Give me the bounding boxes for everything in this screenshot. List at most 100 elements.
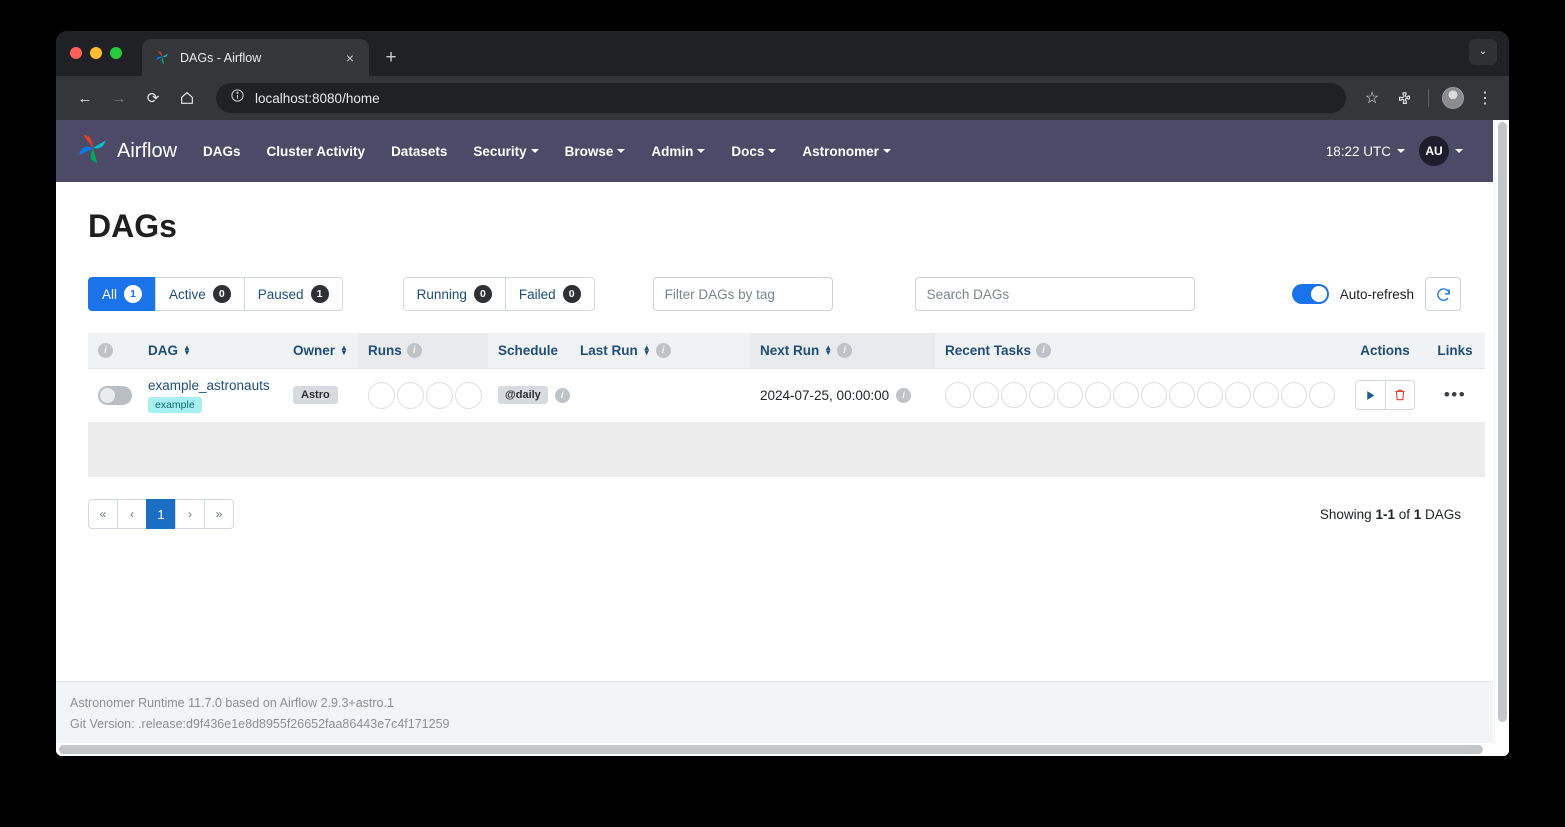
nav-link-label: Datasets — [391, 144, 447, 159]
profile-avatar[interactable] — [1439, 84, 1467, 112]
column-header-owner[interactable]: Owner ▲▼ — [283, 333, 358, 368]
address-bar-url: localhost:8080/home — [255, 91, 380, 106]
run-status-circle[interactable] — [455, 382, 482, 409]
nav-link-admin[interactable]: Admin — [651, 144, 705, 159]
links-menu-icon[interactable]: ••• — [1444, 385, 1466, 404]
browser-tab-title: DAGs - Airflow — [180, 51, 332, 65]
info-icon[interactable]: i — [555, 388, 570, 403]
browser-tab-strip: DAGs - Airflow × + ⌄ — [56, 31, 1509, 76]
nav-link-cluster-activity[interactable]: Cluster Activity — [267, 144, 366, 159]
info-icon[interactable]: i — [656, 343, 671, 358]
tag-filter-input[interactable] — [653, 277, 833, 311]
info-icon[interactable]: i — [407, 343, 422, 358]
run-status-circle[interactable] — [426, 382, 453, 409]
page-last-button[interactable]: » — [204, 499, 234, 529]
user-menu[interactable]: AU — [1419, 136, 1463, 166]
page-number-button[interactable]: 1 — [146, 499, 176, 529]
bookmark-star-icon[interactable]: ☆ — [1358, 84, 1386, 112]
run-status-circle[interactable] — [397, 382, 424, 409]
timezone-selector[interactable]: 18:22 UTC — [1326, 144, 1405, 159]
reload-button[interactable]: ⟳ — [138, 83, 168, 113]
schedule-chip[interactable]: @daily — [498, 386, 548, 404]
minimize-window-button[interactable] — [90, 47, 102, 59]
dag-tag[interactable]: example — [148, 397, 202, 413]
task-status-circle[interactable] — [1197, 382, 1223, 408]
scrollbar-thumb[interactable] — [1498, 122, 1507, 722]
info-icon[interactable]: i — [1036, 343, 1051, 358]
sort-icon[interactable]: ▲▼ — [643, 345, 651, 355]
info-icon[interactable]: i — [837, 343, 852, 358]
task-status-circle[interactable] — [1141, 382, 1167, 408]
task-status-circle[interactable] — [1113, 382, 1139, 408]
horizontal-scrollbar[interactable] — [56, 743, 1509, 756]
sort-icon[interactable]: ▲▼ — [183, 345, 191, 355]
task-status-circle[interactable] — [1029, 382, 1055, 408]
owner-chip[interactable]: Astro — [293, 386, 338, 404]
maximize-window-button[interactable] — [110, 47, 122, 59]
home-button[interactable] — [172, 83, 202, 113]
vertical-scrollbar[interactable] — [1494, 120, 1509, 756]
info-icon[interactable]: i — [896, 388, 911, 403]
trigger-dag-icon[interactable] — [1356, 381, 1385, 409]
task-status-circle[interactable] — [1253, 382, 1279, 408]
sort-icon[interactable]: ▲▼ — [340, 345, 348, 355]
forward-button[interactable]: → — [104, 83, 134, 113]
extensions-icon[interactable] — [1390, 84, 1418, 112]
page-next-button[interactable]: › — [175, 499, 205, 529]
nav-link-dags[interactable]: DAGs — [203, 144, 241, 159]
column-header-links: Links — [1425, 333, 1485, 368]
showing-mid: of — [1395, 507, 1414, 522]
showing-suffix: DAGs — [1421, 507, 1461, 522]
address-bar[interactable]: localhost:8080/home — [216, 83, 1346, 113]
close-window-button[interactable] — [70, 47, 82, 59]
filter-tab-failed[interactable]: Failed 0 — [505, 277, 595, 311]
dag-pause-toggle[interactable] — [98, 386, 132, 405]
filter-tab-paused[interactable]: Paused 1 — [244, 277, 343, 311]
chevron-down-icon[interactable]: ⌄ — [1469, 39, 1497, 65]
close-tab-icon[interactable]: × — [341, 49, 359, 67]
task-status-circle[interactable] — [1057, 382, 1083, 408]
new-tab-button[interactable]: + — [377, 44, 405, 72]
task-status-circle[interactable] — [1225, 382, 1251, 408]
airflow-logo[interactable]: Airflow — [76, 132, 177, 171]
back-button[interactable]: ← — [70, 83, 100, 113]
column-header-dag[interactable]: DAG ▲▼ — [138, 333, 283, 368]
task-status-circle[interactable] — [945, 382, 971, 408]
page-first-button[interactable]: « — [88, 499, 118, 529]
nav-link-browse[interactable]: Browse — [565, 144, 626, 159]
nav-link-security[interactable]: Security — [473, 144, 538, 159]
task-status-circle[interactable] — [1281, 382, 1307, 408]
column-header-pause[interactable]: i — [88, 333, 138, 368]
column-header-last-run[interactable]: Last Run ▲▼ i — [570, 333, 750, 368]
nav-link-datasets[interactable]: Datasets — [391, 144, 447, 159]
column-header-recent-tasks[interactable]: Recent Tasks i — [935, 333, 1345, 368]
column-header-next-run[interactable]: Next Run ▲▼ i — [750, 333, 935, 368]
browser-tab[interactable]: DAGs - Airflow × — [142, 39, 369, 76]
task-status-circle[interactable] — [1001, 382, 1027, 408]
info-icon[interactable]: i — [98, 343, 113, 358]
nav-link-label: Browse — [565, 144, 614, 159]
search-input[interactable] — [915, 277, 1195, 311]
scrollbar-thumb[interactable] — [59, 745, 1483, 754]
nav-link-astronomer[interactable]: Astronomer — [802, 144, 891, 159]
page-prev-button[interactable]: ‹ — [117, 499, 147, 529]
filter-tab-all[interactable]: All 1 — [88, 277, 156, 311]
dag-name-link[interactable]: example_astronauts — [148, 378, 273, 393]
caret-down-icon — [531, 149, 539, 153]
auto-refresh-toggle[interactable] — [1292, 284, 1329, 304]
task-status-circle[interactable] — [1309, 382, 1335, 408]
site-info-icon[interactable] — [230, 88, 245, 108]
sort-icon[interactable]: ▲▼ — [824, 345, 832, 355]
run-status-circle[interactable] — [368, 382, 395, 409]
refresh-button[interactable] — [1425, 277, 1461, 311]
task-status-circle[interactable] — [1085, 382, 1111, 408]
filter-tab-active[interactable]: Active 0 — [155, 277, 245, 311]
task-status-circle[interactable] — [973, 382, 999, 408]
column-header-runs[interactable]: Runs i — [358, 333, 488, 368]
column-header-schedule[interactable]: Schedule — [488, 333, 570, 368]
nav-link-docs[interactable]: Docs — [731, 144, 776, 159]
delete-dag-icon[interactable] — [1385, 381, 1414, 409]
browser-menu-icon[interactable]: ⋮ — [1471, 84, 1499, 112]
filter-tab-running[interactable]: Running 0 — [403, 277, 506, 311]
task-status-circle[interactable] — [1169, 382, 1195, 408]
